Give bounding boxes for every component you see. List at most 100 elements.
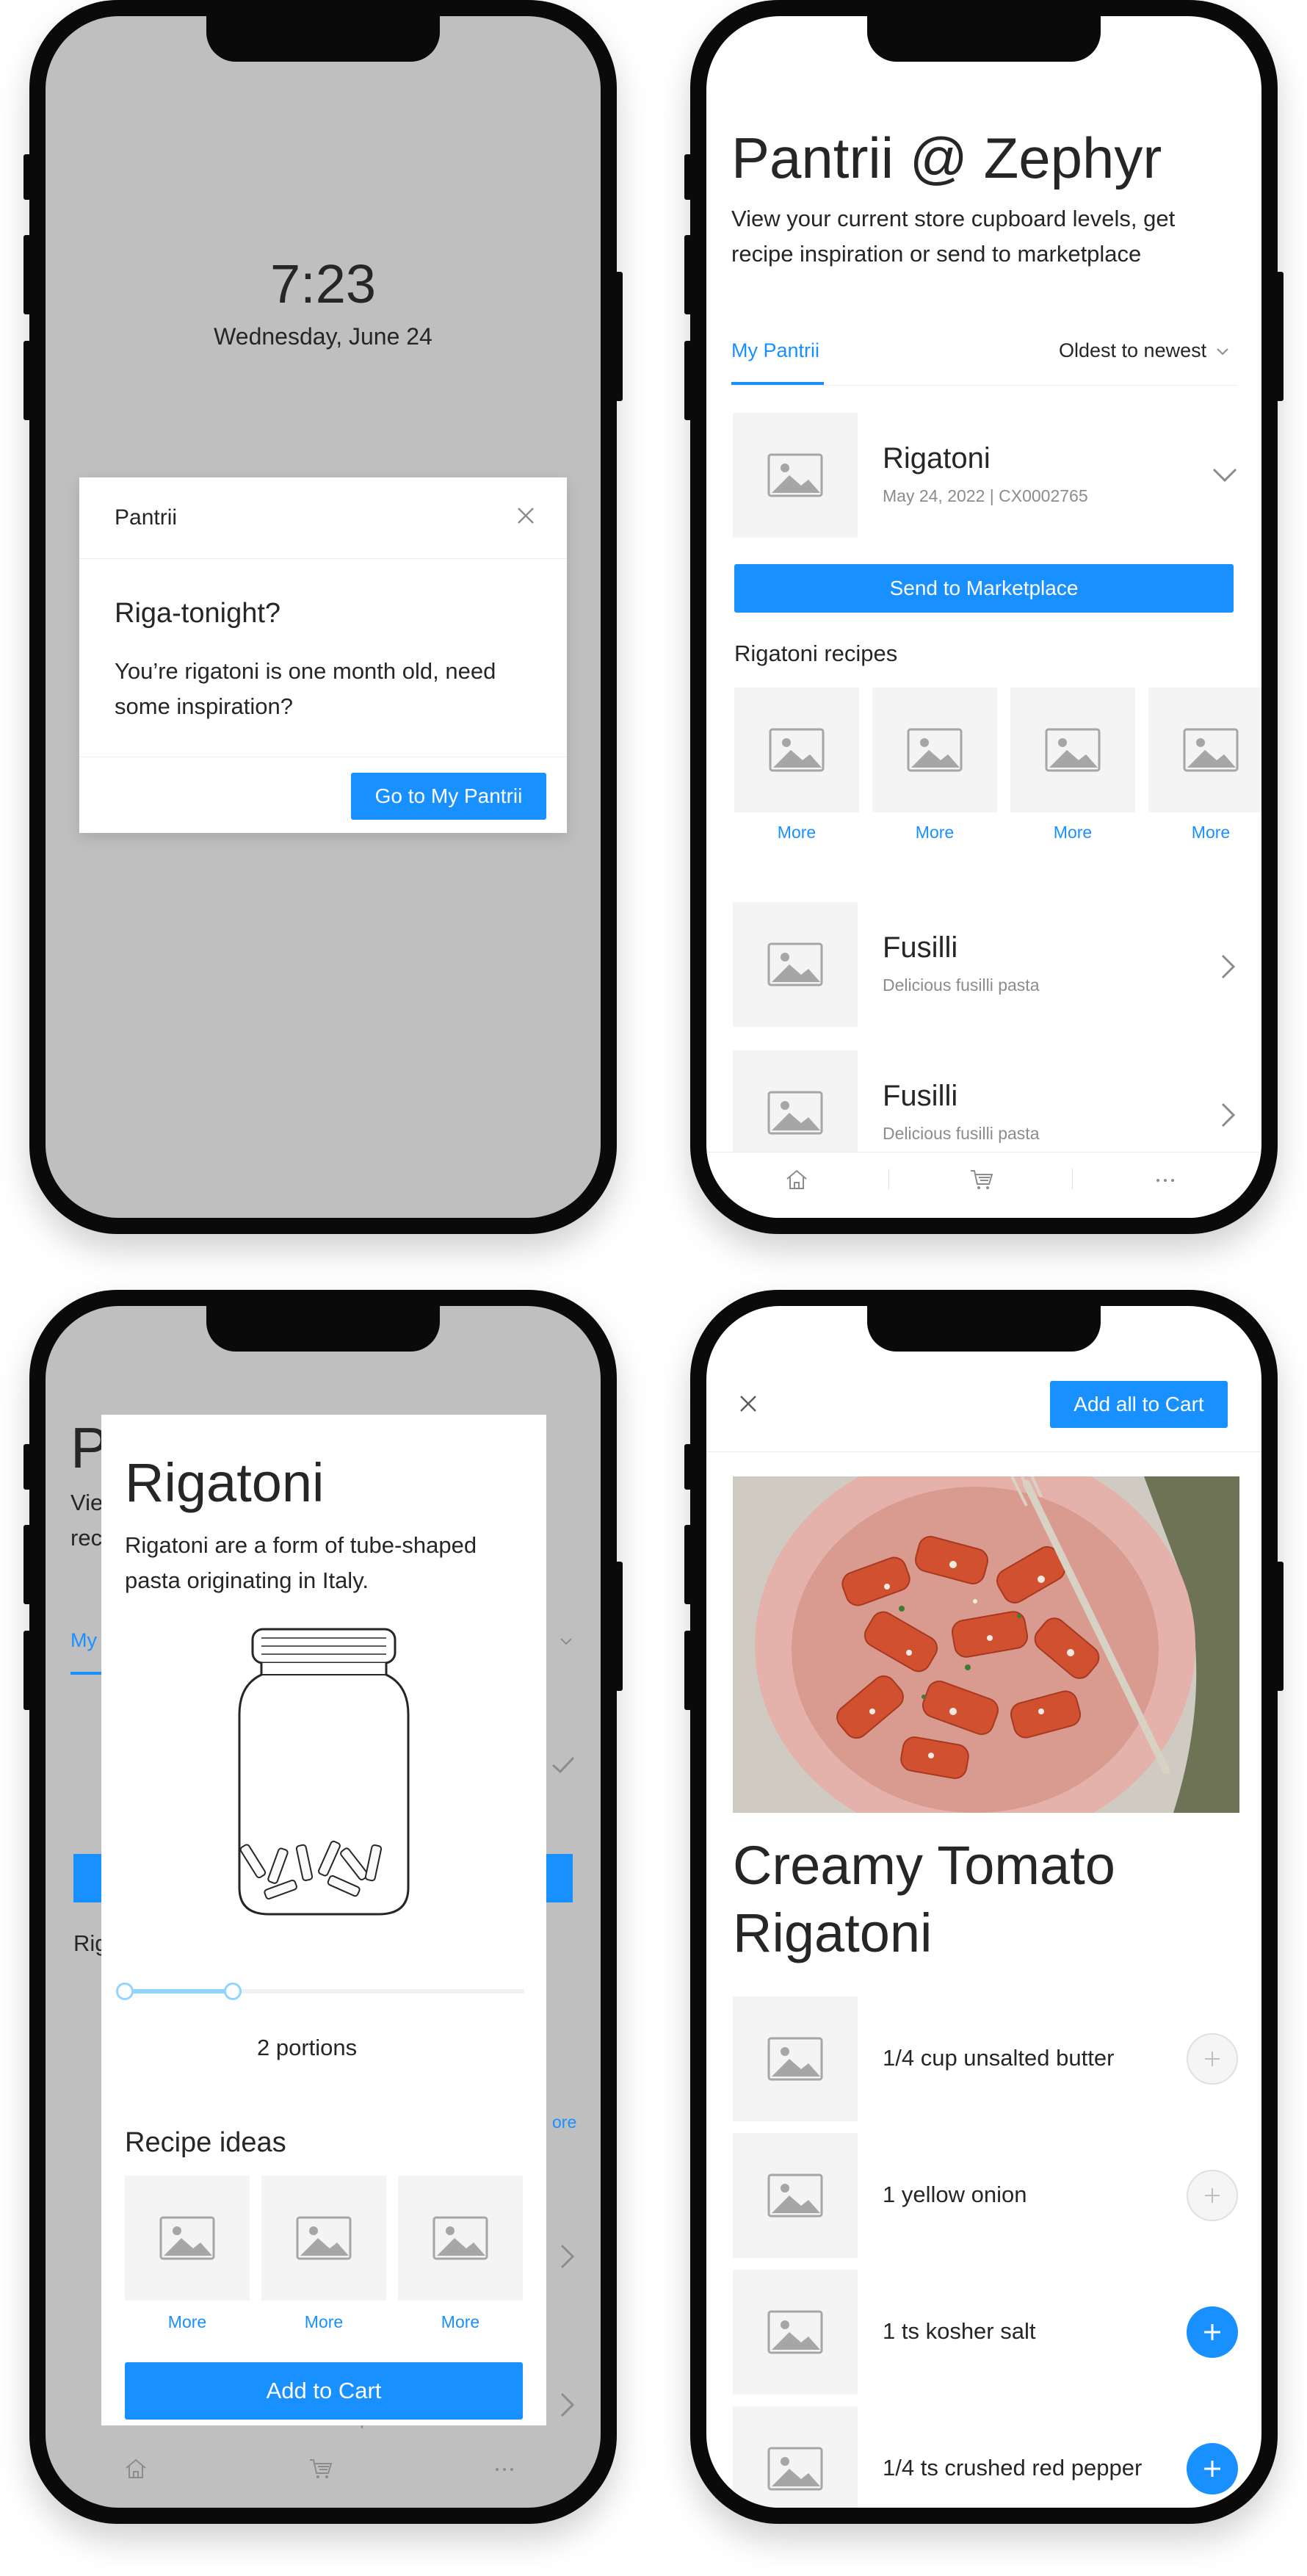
sort-dropdown-label: Oldest to newest <box>1059 339 1207 361</box>
item-meta: Delicious fusilli pasta <box>883 975 1040 995</box>
ingredient-row: 1/4 ts crushed red pepper <box>706 2406 1261 2508</box>
notification-body: You’re rigatoni is one month old, need s… <box>115 658 496 719</box>
chevron-down-icon <box>1217 348 1228 356</box>
recipe-thumbnail[interactable] <box>872 688 997 812</box>
background-home-icon <box>123 2458 148 2480</box>
background-more-link: ore <box>552 2113 577 2132</box>
ingredient-name: 1 ts kosher salt <box>883 2318 1036 2344</box>
recipe-ideas-heading: Recipe ideas <box>125 2127 286 2158</box>
ingredient-thumbnail <box>733 2270 858 2395</box>
item-name: Fusilli <box>883 1080 958 1112</box>
go-to-my-pantrii-button[interactable]: Go to My Pantrii <box>351 773 546 820</box>
close-icon[interactable] <box>737 1393 759 1415</box>
item-thumbnail <box>733 413 858 538</box>
more-link[interactable]: More <box>734 823 859 843</box>
add-all-to-cart-button[interactable]: Add all to Cart <box>1050 1381 1228 1428</box>
plus-icon <box>1204 2324 1220 2340</box>
lock-time: 7:23 <box>269 253 377 314</box>
more-link[interactable]: More <box>261 2312 386 2332</box>
plus-icon <box>1204 2461 1220 2477</box>
cart-icon[interactable] <box>969 1169 994 1191</box>
more-link[interactable]: More <box>125 2312 250 2332</box>
item-thumbnail <box>733 902 858 1027</box>
plus-icon <box>1205 2188 1220 2203</box>
recipe-title: Creamy Tomato Rigatoni <box>733 1832 1115 1967</box>
chevron-right-icon[interactable] <box>1219 953 1238 980</box>
sort-dropdown[interactable]: Oldest to newest <box>1059 339 1235 364</box>
phone-notch <box>206 16 440 62</box>
background-page-subtitle: rec <box>70 1525 103 1551</box>
item-meta: May 24, 2022 | CX0002765 <box>883 486 1088 505</box>
ingredient-row: 1 yellow onion <box>706 2133 1261 2258</box>
background-tab: My <box>70 1629 97 1651</box>
recipe-thumbnail[interactable] <box>734 688 859 812</box>
ingredient-name: 1/4 cup unsalted butter <box>883 2045 1115 2071</box>
recipe-thumbnail[interactable] <box>1148 688 1261 812</box>
add-ingredient-button-disabled[interactable] <box>1187 2170 1238 2221</box>
background-more-menu-icon <box>492 2458 517 2480</box>
plus-icon <box>1205 2052 1220 2066</box>
home-icon[interactable] <box>784 1169 809 1191</box>
ingredient-thumbnail <box>733 2406 858 2508</box>
add-to-cart-button[interactable]: Add to Cart <box>125 2362 523 2420</box>
item-name: Rigatoni <box>883 442 991 475</box>
page-title: Pantrii @ Zephyr <box>731 126 1162 190</box>
product-detail-modal: Rigatoni Rigatoni are a form of tube-sha… <box>101 1415 546 2425</box>
background-page-subtitle: Vie <box>70 1490 104 1515</box>
product-title: Rigatoni <box>125 1452 325 1513</box>
page-subtitle: View your current store cupboard levels,… <box>731 206 1176 267</box>
add-ingredient-button[interactable] <box>1187 2306 1238 2358</box>
product-description: Rigatoni are a form of tube-shaped pasta… <box>125 1532 477 1593</box>
bottom-tab-bar <box>706 1152 1261 1218</box>
tab-my-pantrii[interactable]: My Pantrii <box>731 339 819 362</box>
background-cart-icon <box>308 2458 333 2480</box>
phone-notch <box>867 16 1101 62</box>
portion-slider[interactable] <box>116 1980 524 2002</box>
more-link[interactable]: More <box>1148 823 1261 843</box>
send-to-marketplace-button[interactable]: Send to Marketplace <box>734 564 1234 613</box>
phone-lock-screen: 7:23 Wednesday, June 24 Pantrii Riga-ton… <box>23 0 623 1234</box>
ingredient-thumbnail <box>733 1996 858 2121</box>
ingredient-row: 1 ts kosher salt <box>706 2270 1261 2395</box>
notification-title: Riga-tonight? <box>115 598 281 629</box>
item-name: Fusilli <box>883 931 958 964</box>
background-check-icon <box>551 1756 576 1775</box>
recipes-heading: Rigatoni recipes <box>734 641 898 666</box>
ingredient-name: 1 yellow onion <box>883 2182 1027 2207</box>
more-link[interactable]: More <box>1010 823 1135 843</box>
notification-card[interactable]: Pantrii Riga-tonight? You’re rigatoni is… <box>79 477 567 833</box>
recipe-thumbnail[interactable] <box>125 2176 250 2301</box>
more-menu-icon[interactable] <box>1153 1169 1178 1191</box>
portion-slider-handle[interactable] <box>223 1982 242 2000</box>
portion-slider-handle-start[interactable] <box>116 1982 134 2000</box>
portions-label: 2 portions <box>257 2035 358 2060</box>
ingredient-thumbnail <box>733 2133 858 2258</box>
add-ingredient-button[interactable] <box>1187 2443 1238 2494</box>
lock-date: Wednesday, June 24 <box>214 323 432 350</box>
more-link[interactable]: More <box>872 823 997 843</box>
recipe-thumbnail[interactable] <box>1010 688 1135 812</box>
ingredient-list: 1/4 cup unsalted butter 1 yellow onion 1 <box>706 1996 1261 2508</box>
portion-slider-fill <box>125 1989 233 1994</box>
phone-recipe: Add all to Cart Creamy Tomato Rigatoni 1… <box>684 1290 1284 2524</box>
phone-my-pantrii: Pantrii @ Zephyr View your current store… <box>684 0 1284 1234</box>
recipe-photo <box>733 1476 1239 1813</box>
add-ingredient-button-disabled[interactable] <box>1187 2033 1238 2085</box>
notification-app-name: Pantrii <box>115 505 178 530</box>
chevron-right-icon[interactable] <box>1219 1102 1238 1128</box>
ingredient-row: 1/4 cup unsalted butter <box>706 1996 1261 2121</box>
phone-rigatoni-detail: P Vie rec My Rig ore Delicious fusilli p… <box>23 1290 623 2524</box>
recipe-thumbnail[interactable] <box>261 2176 386 2301</box>
recipe-thumbnail[interactable] <box>398 2176 523 2301</box>
expand-chevron-icon[interactable] <box>1212 466 1238 485</box>
ingredient-name: 1/4 ts crushed red pepper <box>883 2455 1143 2481</box>
phone-notch <box>206 1306 440 1352</box>
background-chevron-icon <box>560 1637 573 1647</box>
recipe-title-line: Creamy Tomato <box>733 1835 1115 1896</box>
recipe-title-line: Rigatoni <box>733 1902 933 1963</box>
background-chevron-right-icon <box>558 2243 577 2270</box>
item-meta: Delicious fusilli pasta <box>883 1124 1040 1143</box>
more-link[interactable]: More <box>398 2312 523 2332</box>
close-icon[interactable] <box>514 504 537 527</box>
pasta-jar-illustration <box>232 1623 416 1924</box>
